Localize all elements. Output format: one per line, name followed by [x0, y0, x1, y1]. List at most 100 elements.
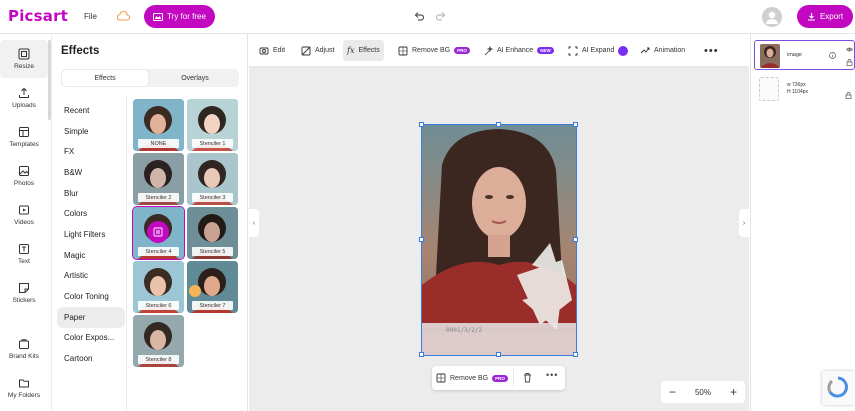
layer-dimensions: w 736px H 1104px	[787, 82, 808, 96]
tool-adjust[interactable]: Adjust	[297, 40, 338, 61]
tab-overlays[interactable]: Overlays	[152, 70, 238, 86]
category-item[interactable]: Magic	[57, 245, 125, 266]
resize-handle[interactable]	[573, 352, 578, 357]
tool-label: Animation	[654, 47, 686, 54]
effect-thumbnail[interactable]: Stenciler 3	[187, 153, 238, 205]
context-toolbar: Remove BG PRO •••	[432, 366, 565, 390]
more-options-icon[interactable]: •••	[546, 370, 558, 380]
eye-icon[interactable]	[846, 46, 853, 53]
resize-handle[interactable]	[496, 122, 501, 127]
zoom-out-icon[interactable]: −	[669, 385, 676, 399]
tool-label: AI Expand	[582, 47, 615, 54]
effect-thumbnail[interactable]: Stenciler 8	[133, 315, 184, 367]
info-icon[interactable]	[829, 52, 836, 59]
more-options-icon[interactable]: •••	[700, 40, 723, 61]
tool-label: AI Enhance	[497, 47, 534, 54]
rail-item-resize[interactable]: Resize	[0, 40, 48, 78]
undo-icon[interactable]	[413, 10, 425, 22]
tool-animation[interactable]: Animation	[636, 40, 689, 61]
tool-remove-bg[interactable]: Remove BG PRO	[394, 40, 474, 61]
selection-box[interactable]	[421, 124, 577, 356]
rail-item-videos[interactable]: Videos	[0, 196, 48, 234]
category-item[interactable]: Color Expos...	[57, 328, 125, 349]
fx-icon: fx	[347, 46, 355, 55]
remove-bg-icon	[398, 46, 408, 55]
folder-icon	[19, 379, 29, 388]
upload-icon	[19, 87, 29, 98]
rail-item-photos[interactable]: Photos	[0, 157, 48, 195]
user-avatar[interactable]	[762, 7, 782, 27]
effect-label: Stenciler 7	[192, 301, 233, 310]
resize-handle[interactable]	[573, 122, 578, 127]
effect-thumbnail[interactable]: Stenciler 7	[187, 261, 238, 313]
brand-kits-icon	[19, 339, 29, 349]
resize-handle[interactable]	[419, 122, 424, 127]
effect-label: Stenciler 1	[192, 139, 233, 148]
export-button[interactable]: Export	[797, 5, 853, 28]
lock-icon[interactable]	[845, 92, 852, 99]
rail-item-uploads[interactable]: Uploads	[0, 79, 48, 117]
resize-handle[interactable]	[419, 237, 424, 242]
resize-handle[interactable]	[496, 352, 501, 357]
rail-item-templates[interactable]: Templates	[0, 118, 48, 156]
category-item[interactable]: B&W	[57, 162, 125, 183]
effects-tab-switch: Effects Overlays	[61, 69, 239, 87]
applied-effect-badge[interactable]	[147, 221, 169, 243]
context-remove-bg-button[interactable]: Remove BG PRO	[436, 369, 514, 387]
effect-thumbnail[interactable]: Stenciler 1	[187, 99, 238, 151]
rail-item-my-folders[interactable]: My Folders	[0, 369, 48, 407]
tool-edit[interactable]: Edit	[255, 40, 289, 61]
category-item[interactable]: Color Toning	[57, 286, 125, 307]
category-item[interactable]: FX	[57, 141, 125, 162]
rail-item-brand-kits[interactable]: Brand Kits	[0, 330, 48, 368]
rail-item-text[interactable]: Text	[0, 235, 48, 273]
layer-width: w 736px	[787, 82, 806, 88]
category-item[interactable]: Blur	[57, 183, 125, 204]
rail-label: Resize	[14, 63, 34, 70]
category-item[interactable]: Colors	[57, 203, 125, 224]
layer-image[interactable]: image	[754, 40, 855, 70]
resize-handle[interactable]	[419, 352, 424, 357]
export-label: Export	[819, 12, 844, 21]
rail-label: Templates	[9, 141, 39, 148]
collapse-left-panel-icon[interactable]: ‹	[249, 209, 259, 237]
lock-icon[interactable]	[846, 59, 853, 66]
category-item[interactable]: Cartoon	[57, 348, 125, 369]
effect-thumbnail[interactable]: Stenciler 6	[133, 261, 184, 313]
layer-thumbnail	[759, 77, 779, 101]
tool-effects[interactable]: fx Effects	[343, 40, 384, 61]
category-list: Recent Simple FX B&W Blur Colors Light F…	[57, 100, 125, 369]
tool-ai-enhance[interactable]: AI Enhance NEW	[479, 40, 558, 61]
picsart-logo[interactable]: Picsart	[8, 7, 68, 25]
try-for-free-button[interactable]: Try for free	[144, 5, 215, 28]
recaptcha-badge[interactable]	[822, 371, 855, 405]
effect-thumbnail-selected[interactable]: Stenciler 4	[132, 206, 185, 260]
effect-thumbnail[interactable]: Stenciler 2	[133, 153, 184, 205]
premium-dot-icon	[618, 45, 629, 56]
category-item[interactable]: Simple	[57, 121, 125, 142]
layer-height: H 1104px	[787, 89, 809, 95]
category-item[interactable]: Recent	[57, 100, 125, 121]
resize-handle[interactable]	[573, 237, 578, 242]
rail-scrollbar[interactable]	[48, 40, 51, 120]
tool-ai-expand[interactable]: AI Expand	[564, 40, 632, 61]
edit-toolbar: Edit Adjust fx Effects Remove BG PRO AI …	[249, 34, 749, 67]
tab-effects[interactable]: Effects	[62, 70, 148, 86]
category-item[interactable]: Light Filters	[57, 224, 125, 245]
category-item-active[interactable]: Paper	[57, 306, 125, 328]
file-menu[interactable]: File	[84, 12, 97, 21]
layers-panel: image w 736px H 1104px	[750, 34, 855, 411]
effect-thumbnail[interactable]: NONE	[133, 99, 184, 151]
layer-background[interactable]: w 736px H 1104px	[754, 74, 855, 104]
top-bar: Picsart File Try for free Export	[0, 0, 855, 34]
cloud-sync-icon[interactable]	[116, 10, 130, 22]
rail-item-stickers[interactable]: Stickers	[0, 274, 48, 312]
trash-icon[interactable]	[522, 372, 533, 383]
collapse-right-panel-icon[interactable]: ›	[739, 209, 749, 237]
effect-thumbnail[interactable]: Stenciler 5	[187, 207, 238, 259]
zoom-level[interactable]: 50%	[695, 388, 711, 397]
zoom-in-icon[interactable]: +	[730, 385, 737, 399]
category-item[interactable]: Artistic	[57, 266, 125, 287]
redo-icon[interactable]	[435, 10, 447, 22]
text-icon	[19, 244, 29, 254]
